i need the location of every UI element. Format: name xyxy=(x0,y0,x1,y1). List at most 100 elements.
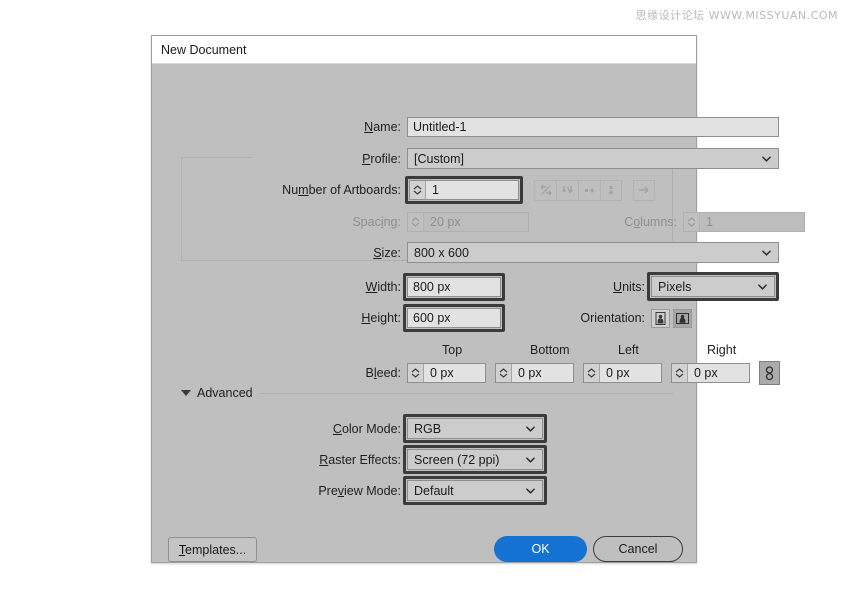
bleed-right-arrows[interactable] xyxy=(672,364,688,382)
columns-stepper-arrows xyxy=(684,213,700,231)
name-row: Name: Untitled-1 xyxy=(257,117,779,137)
raster-effects-row: Raster Effects: Screen (72 ppi) xyxy=(257,445,547,474)
spacing-row: Spacing: 20 px Columns: xyxy=(257,212,805,232)
arrange-direction-icon[interactable] xyxy=(633,180,655,201)
grid-by-column-icon[interactable] xyxy=(556,180,578,201)
preview-mode-select[interactable]: Default xyxy=(407,480,543,501)
name-input-value: Untitled-1 xyxy=(413,120,467,134)
color-mode-select[interactable]: RGB xyxy=(407,418,543,439)
groupbox-top-left-rule xyxy=(181,157,252,158)
width-input[interactable]: 800 px xyxy=(407,277,501,297)
bleed-label: Bleed: xyxy=(257,366,401,380)
width-row: Width: 800 px Units: Pixels xyxy=(257,272,779,301)
chevron-down-icon xyxy=(413,190,422,195)
profile-select[interactable]: [Custom] xyxy=(407,148,779,169)
advanced-title: Advanced xyxy=(197,386,253,400)
bleed-right-stepper[interactable]: 0 px xyxy=(671,363,750,383)
units-focus-ring: Pixels xyxy=(647,272,779,301)
arrange-top-to-bottom-icon[interactable] xyxy=(600,180,622,201)
bleed-bottom-stepper[interactable]: 0 px xyxy=(495,363,574,383)
size-row: Size: 800 x 600 xyxy=(257,242,779,263)
artboards-stepper[interactable]: 1 xyxy=(409,180,519,200)
grid-by-row-icon[interactable] xyxy=(534,180,556,201)
units-label: Units: xyxy=(601,280,645,294)
units-value: Pixels xyxy=(658,280,691,294)
spacing-stepper: 20 px xyxy=(407,212,529,232)
advanced-section-header[interactable]: Advanced xyxy=(181,386,673,400)
cancel-button-label: Cancel xyxy=(619,542,658,556)
raster-effects-value: Screen (72 ppi) xyxy=(414,453,499,467)
bleed-top-arrows[interactable] xyxy=(408,364,424,382)
columns-stepper: 1 xyxy=(683,212,805,232)
units-select[interactable]: Pixels xyxy=(651,276,775,297)
triangle-down-icon xyxy=(181,390,191,396)
height-row: Height: 600 px Orientation: xyxy=(257,304,692,332)
bleed-bottom-value: 0 px xyxy=(512,364,573,382)
landscape-orientation-icon[interactable] xyxy=(673,309,692,328)
color-mode-row: Color Mode: RGB xyxy=(257,414,547,443)
color-mode-value: RGB xyxy=(414,422,441,436)
chevron-down-icon xyxy=(675,373,684,378)
ok-button[interactable]: OK xyxy=(494,536,587,562)
dialog-title: New Document xyxy=(161,43,246,57)
width-value: 800 px xyxy=(413,280,451,294)
bleed-bottom-arrows[interactable] xyxy=(496,364,512,382)
columns-label: Columns: xyxy=(605,215,677,229)
orientation-toggle-group xyxy=(651,309,692,328)
dialog-titlebar: New Document xyxy=(152,36,696,64)
bleed-caption-bottom: Bottom xyxy=(530,343,570,357)
columns-value: 1 xyxy=(700,213,804,231)
artboards-row: Number of Artboards: 1 xyxy=(176,176,655,204)
bleed-left-value: 0 px xyxy=(600,364,661,382)
spacing-value: 20 px xyxy=(424,213,528,231)
bleed-caption-right: Right xyxy=(707,343,736,357)
name-label: Name: xyxy=(257,120,401,134)
height-input[interactable]: 600 px xyxy=(407,308,501,328)
new-document-dialog: New Document Name: Untitled-1 Profile: [… xyxy=(151,35,697,563)
chevron-down-icon xyxy=(526,424,535,433)
chevron-down-icon xyxy=(526,455,535,464)
color-mode-focus-ring: RGB xyxy=(403,414,547,443)
preview-mode-focus-ring: Default xyxy=(403,476,547,505)
bleed-top-value: 0 px xyxy=(424,364,485,382)
bleed-left-arrows[interactable] xyxy=(584,364,600,382)
chevron-down-icon xyxy=(762,154,771,163)
name-input[interactable]: Untitled-1 xyxy=(407,117,779,137)
bleed-left-stepper[interactable]: 0 px xyxy=(583,363,662,383)
preview-mode-value: Default xyxy=(414,484,454,498)
profile-row: Profile: [Custom] xyxy=(257,148,779,169)
dialog-body: Name: Untitled-1 Profile: [Custom] Numbe… xyxy=(152,64,696,563)
templates-button[interactable]: Templates... xyxy=(168,537,257,562)
chevron-down-icon xyxy=(411,222,420,227)
link-chain-icon[interactable] xyxy=(759,361,780,385)
size-value: 800 x 600 xyxy=(414,246,469,260)
cancel-button[interactable]: Cancel xyxy=(593,536,683,562)
artboard-arrange-group xyxy=(534,180,622,201)
color-mode-label: Color Mode: xyxy=(257,422,401,436)
bleed-right-value: 0 px xyxy=(688,364,749,382)
artboards-label: Number of Artboards: xyxy=(176,183,401,197)
profile-label: Profile: xyxy=(257,152,401,166)
portrait-orientation-icon[interactable] xyxy=(651,309,670,328)
artboards-stepper-arrows[interactable] xyxy=(410,181,426,199)
chevron-down-icon xyxy=(687,222,696,227)
bleed-top-stepper[interactable]: 0 px xyxy=(407,363,486,383)
orientation-label: Orientation: xyxy=(569,311,645,325)
width-focus-ring: 800 px xyxy=(403,273,505,301)
raster-effects-focus-ring: Screen (72 ppi) xyxy=(403,445,547,474)
spacing-stepper-arrows xyxy=(408,213,424,231)
preview-mode-label: Preview Mode: xyxy=(257,484,401,498)
chevron-down-icon xyxy=(762,248,771,257)
size-select[interactable]: 800 x 600 xyxy=(407,242,779,263)
width-label: Width: xyxy=(257,280,401,294)
bleed-caption-top: Top xyxy=(442,343,462,357)
bleed-caption-left: Left xyxy=(618,343,639,357)
artboards-focus-ring: 1 xyxy=(405,176,523,204)
preview-mode-row: Preview Mode: Default xyxy=(257,476,547,505)
spacing-label: Spacing: xyxy=(257,215,401,229)
profile-value: [Custom] xyxy=(414,152,464,166)
raster-effects-select[interactable]: Screen (72 ppi) xyxy=(407,449,543,470)
arrange-left-to-right-icon[interactable] xyxy=(578,180,600,201)
advanced-divider xyxy=(260,393,673,394)
bleed-row: Bleed: 0 px 0 px xyxy=(257,361,780,385)
